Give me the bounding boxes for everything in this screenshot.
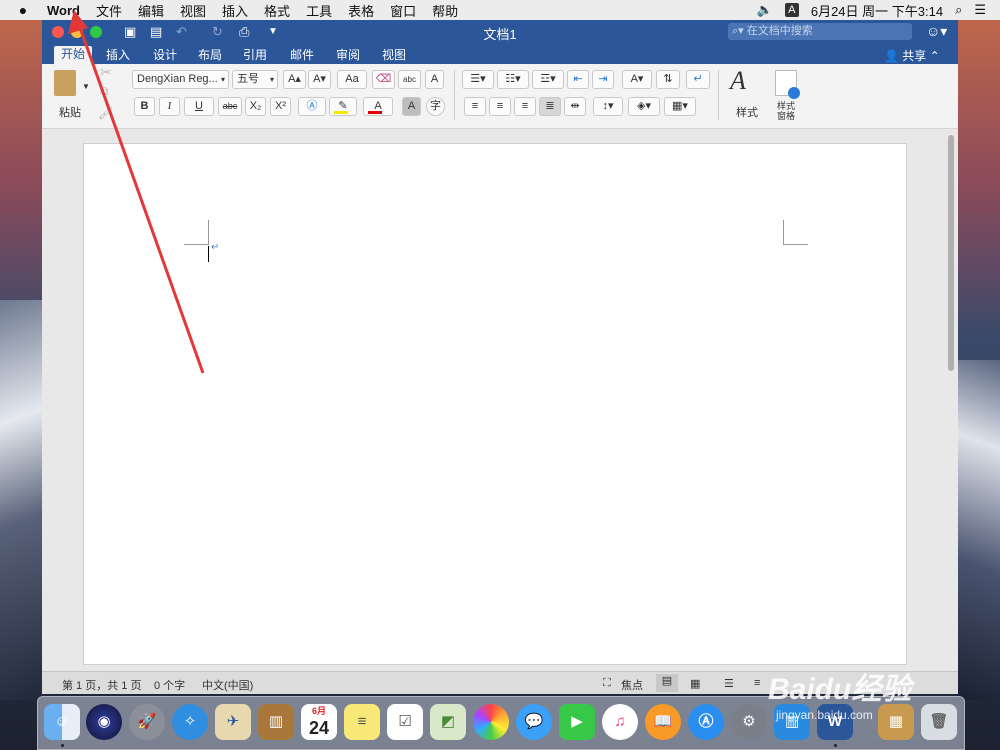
arrow-line (76, 21, 205, 374)
annotation-arrow (68, 10, 205, 374)
arrow-head (68, 10, 88, 34)
